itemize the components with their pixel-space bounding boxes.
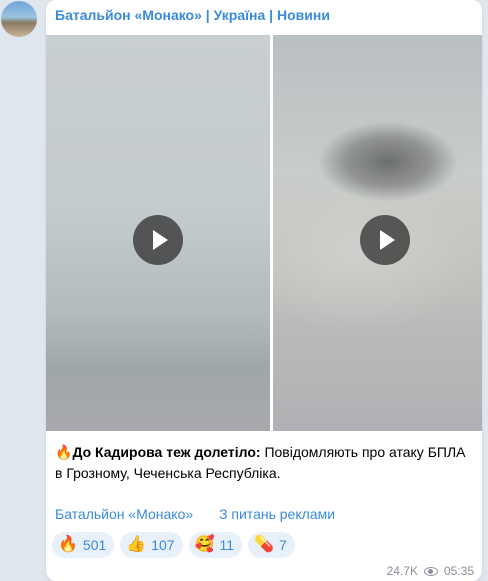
- channel-name[interactable]: Батальйон «Монако» | Україна | Новини: [55, 7, 330, 23]
- play-icon[interactable]: [133, 215, 183, 265]
- reaction-count: 107: [151, 537, 175, 553]
- view-count: 24.7K: [386, 564, 418, 578]
- reaction-count: 501: [82, 537, 107, 553]
- reactions-bar: 🔥 501 👍 107 🥰 11 💊 7: [52, 532, 295, 558]
- message-bold-text: До Кадирова теж долетіло:: [72, 444, 261, 460]
- reaction-thumbs-up[interactable]: 👍 107: [120, 532, 183, 558]
- thumbs-up-icon: 👍: [126, 536, 147, 553]
- reaction-count: 11: [219, 537, 235, 553]
- eye-icon: [423, 566, 438, 576]
- channel-link[interactable]: Батальйон «Монако»: [55, 506, 193, 522]
- message-meta: 24.7K 05:35: [387, 564, 474, 578]
- fire-icon: 🔥: [58, 536, 78, 553]
- video-thumbnail-1[interactable]: [46, 35, 270, 431]
- video-thumbnail-2[interactable]: [273, 35, 482, 431]
- message-bubble: Батальйон «Монако» | Україна | Новини 🔥Д…: [46, 0, 482, 581]
- ads-link[interactable]: З питань реклами: [219, 506, 335, 522]
- reaction-fire[interactable]: 🔥 501: [52, 532, 115, 558]
- fire-emoji: 🔥: [55, 444, 73, 460]
- media-album: [46, 35, 482, 431]
- smiling-face-hearts-icon: 🥰: [194, 536, 215, 553]
- reaction-pill[interactable]: 💊 7: [248, 532, 295, 558]
- message-time: 05:35: [443, 564, 474, 578]
- channel-avatar[interactable]: [1, 1, 37, 37]
- message-text: 🔥До Кадирова теж долетіло: Повідомляють …: [55, 442, 475, 484]
- play-icon[interactable]: [360, 215, 410, 265]
- reaction-count: 7: [278, 537, 287, 553]
- pill-icon: 💊: [254, 536, 274, 553]
- message-links: Батальйон «Монако» З питань реклами: [55, 506, 357, 522]
- reaction-love-face[interactable]: 🥰 11: [188, 532, 243, 558]
